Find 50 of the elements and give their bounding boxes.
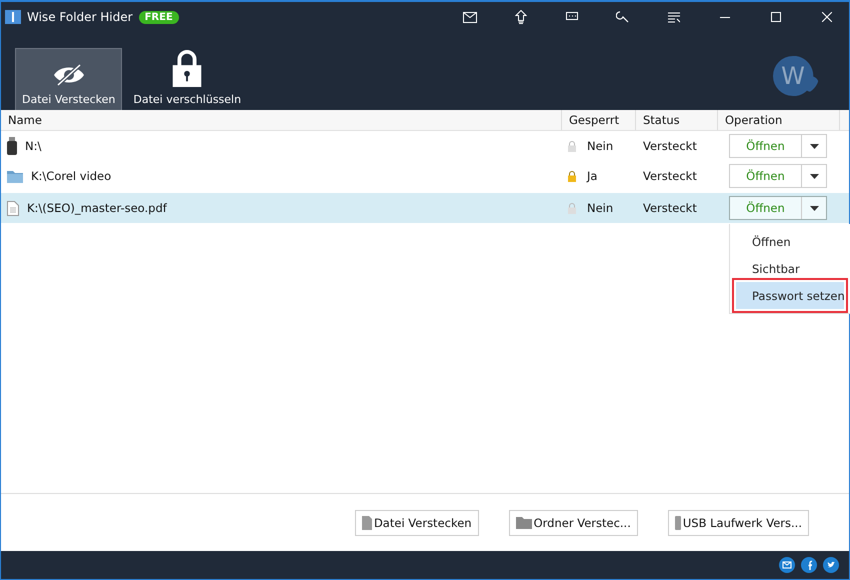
document-icon bbox=[362, 516, 372, 530]
column-header: Operation bbox=[718, 110, 840, 130]
file-path: K:\Corel video bbox=[31, 169, 112, 183]
facebook-icon bbox=[801, 557, 817, 573]
hidden-status: Versteckt bbox=[643, 169, 697, 183]
tab[interactable]: Datei verschlüsseln bbox=[126, 48, 248, 110]
menu-item[interactable]: Passwort setzen bbox=[736, 282, 844, 309]
padlock-icon bbox=[567, 140, 577, 152]
locked-status: Nein bbox=[587, 201, 614, 215]
file-path: K:\(SEO)_master-seo.pdf bbox=[27, 201, 167, 215]
padlock-icon bbox=[171, 49, 204, 87]
mail-icon bbox=[779, 557, 795, 573]
app-logo-icon bbox=[5, 10, 21, 24]
menu-item[interactable]: Öffnen bbox=[730, 228, 850, 255]
hidden-status: Versteckt bbox=[643, 201, 697, 215]
caret-icon bbox=[810, 174, 818, 178]
hidden-eye-icon bbox=[52, 63, 86, 87]
up-arrow-icon bbox=[514, 10, 526, 24]
free-badge: FREE bbox=[138, 10, 179, 24]
chat-icon bbox=[566, 12, 578, 22]
action-button[interactable]: USB Laufwerk Vers... bbox=[668, 510, 809, 536]
locked-status: Ja bbox=[587, 169, 598, 183]
locked-status: Nein bbox=[587, 139, 614, 153]
menu-icon bbox=[668, 12, 680, 22]
usb-drive-icon bbox=[674, 516, 681, 530]
action-button[interactable]: Datei Verstecken bbox=[354, 510, 479, 536]
tab[interactable]: Datei Verstecken bbox=[15, 48, 122, 110]
minimize-icon bbox=[720, 16, 730, 18]
bird-icon bbox=[823, 557, 839, 573]
maximize-icon bbox=[770, 12, 780, 22]
mail-icon bbox=[462, 12, 476, 22]
menu-item[interactable]: Sichtbar bbox=[730, 255, 850, 282]
column-header: Status bbox=[636, 110, 718, 130]
usb-drive-icon bbox=[7, 137, 17, 155]
table-row[interactable]: K:\(SEO)_master-seo.pdf Nein Versteckt Öffnen bbox=[1, 193, 849, 223]
column-header: Gesperrt bbox=[562, 110, 636, 130]
file-path: N:\ bbox=[25, 139, 42, 153]
caret-icon bbox=[810, 206, 818, 210]
wrench-icon bbox=[616, 10, 629, 24]
folder-icon bbox=[516, 516, 532, 529]
hidden-status: Versteckt bbox=[643, 139, 697, 153]
document-icon bbox=[7, 200, 19, 216]
close-icon bbox=[822, 12, 832, 22]
padlock-icon bbox=[567, 170, 577, 182]
window-title: Wise Folder Hider bbox=[27, 10, 133, 24]
column-header: Name bbox=[1, 110, 562, 130]
folder-icon bbox=[7, 170, 23, 182]
action-button[interactable]: Ordner Verstec... bbox=[508, 510, 638, 536]
caret-icon bbox=[810, 144, 818, 148]
padlock-icon bbox=[567, 202, 577, 214]
